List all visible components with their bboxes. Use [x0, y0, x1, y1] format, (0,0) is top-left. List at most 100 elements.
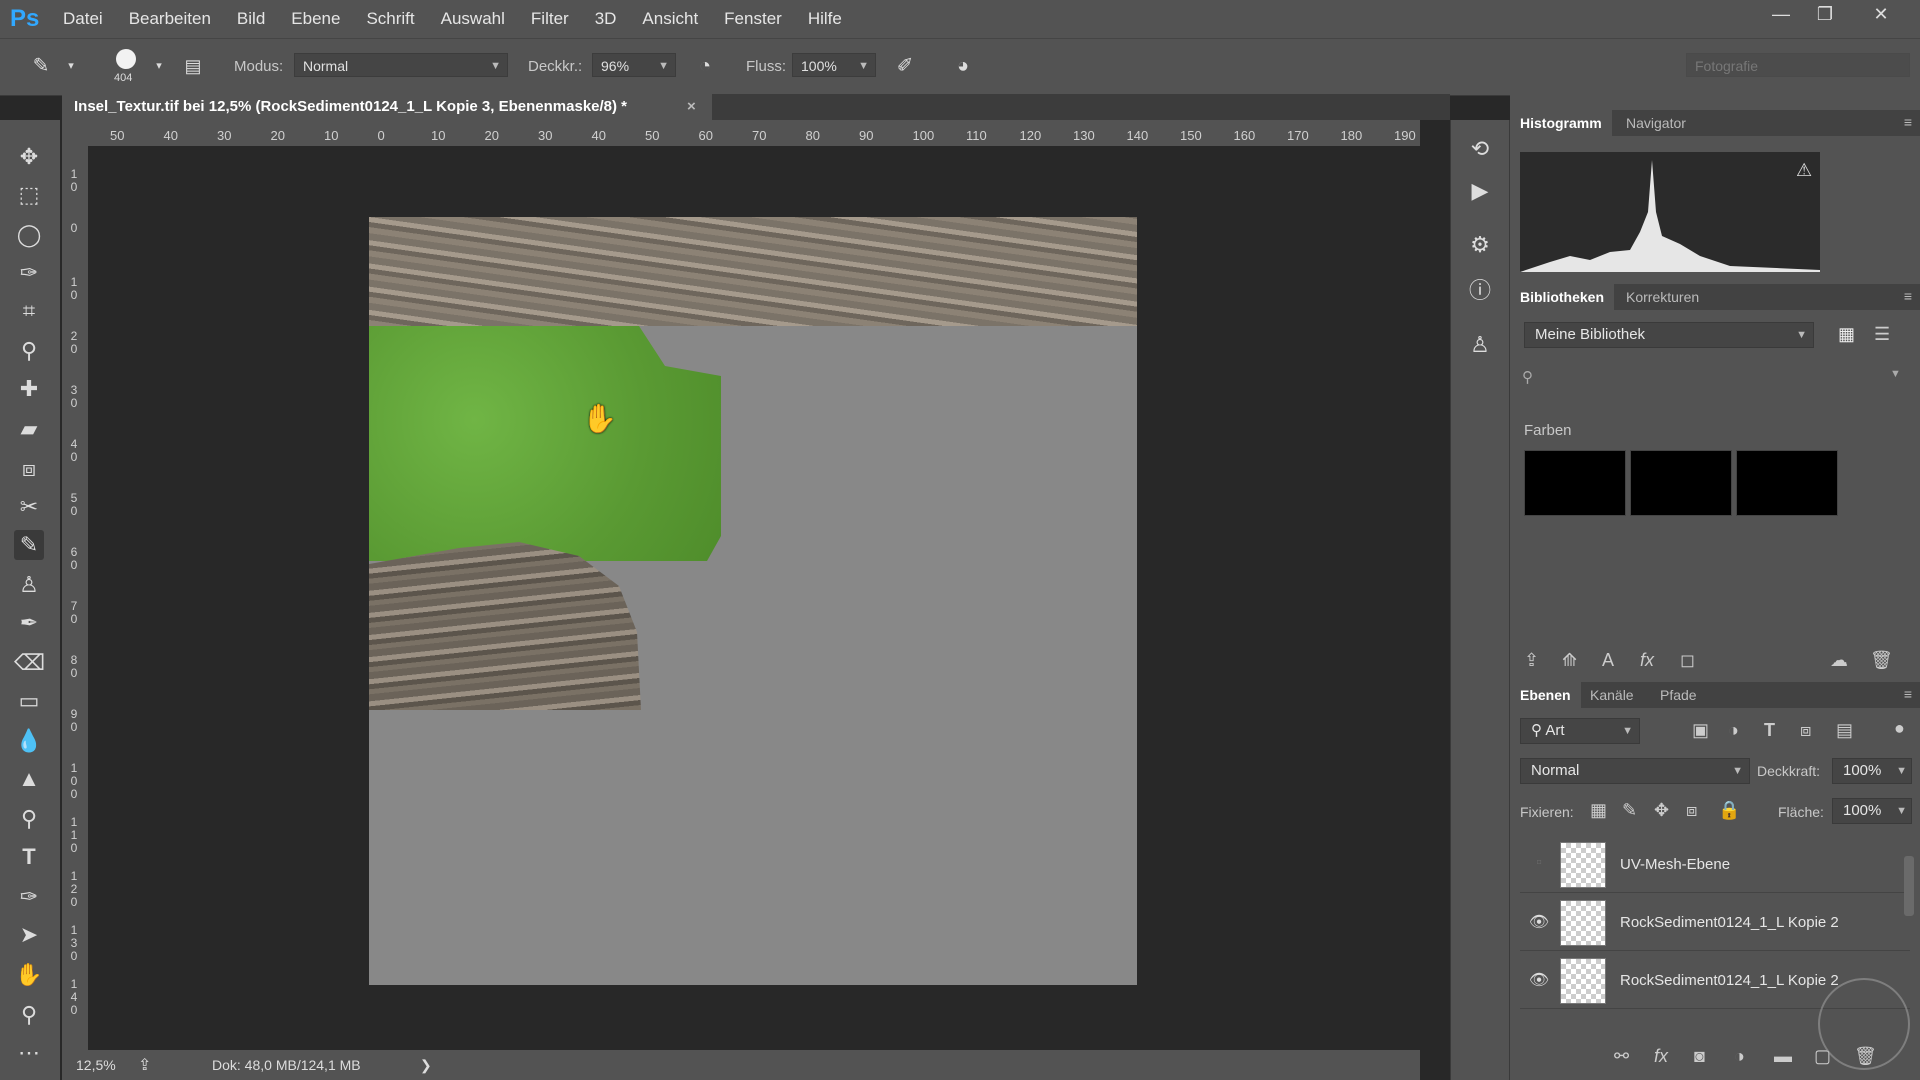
lock-position-icon[interactable]: ✥ [1654, 800, 1669, 821]
pressure-size-icon[interactable]: ◕ [950, 53, 976, 79]
eye-icon[interactable]: 👁 [1528, 970, 1550, 990]
quick-selection-tool-icon[interactable]: ✑ [14, 258, 44, 288]
menu-filter[interactable]: Filter [518, 9, 582, 29]
fill-input[interactable]: 100% ▼ [1832, 798, 1912, 824]
add-layer-style-icon[interactable]: fx [1640, 650, 1654, 671]
chevron-down-icon[interactable]: ▾ [146, 53, 172, 79]
menu-bild[interactable]: Bild [224, 9, 278, 29]
panel-menu-icon[interactable]: ≡ [1904, 288, 1912, 304]
clone-stamp-tool-icon[interactable]: ♙ [14, 570, 44, 600]
menu-ebene[interactable]: Ebene [278, 9, 353, 29]
eye-icon[interactable]: 👁 [1528, 912, 1550, 932]
lock-all-icon[interactable]: 🔒 [1718, 800, 1740, 821]
flow-input[interactable]: 100% ▼ [792, 53, 876, 77]
zoom-level[interactable]: 12,5% [76, 1057, 116, 1073]
content-aware-move-tool-icon[interactable]: ✂ [14, 492, 44, 522]
properties-panel-icon[interactable]: ⚙ [1465, 230, 1495, 260]
brush-panel-icon[interactable]: ▤ [180, 53, 206, 79]
adjustment-layer-icon[interactable]: ◑ [1734, 1046, 1745, 1067]
filter-type-icon[interactable]: T [1764, 720, 1775, 741]
panel-menu-icon[interactable]: ≡ [1904, 686, 1912, 702]
layer-opacity-input[interactable]: 100% ▼ [1832, 758, 1912, 784]
lock-artboard-icon[interactable]: ⧈ [1686, 800, 1697, 821]
layer-name[interactable]: RockSediment0124_1_L Kopie 2 [1620, 914, 1839, 931]
minimize-button[interactable]: — [1756, 0, 1806, 30]
color-swatch-1[interactable] [1524, 450, 1626, 516]
more-tools-icon[interactable]: ⋯ [14, 1038, 44, 1068]
status-menu-arrow[interactable]: ❯ [420, 1057, 432, 1074]
warning-icon[interactable]: ⚠ [1796, 160, 1812, 181]
gradient-tool-icon[interactable]: ▭ [14, 686, 44, 716]
hand-tool-icon[interactable]: ✋ [14, 960, 44, 990]
marquee-tool-icon[interactable]: ⬚ [14, 180, 44, 210]
horizontal-ruler[interactable]: 50 40 30 20 10 0 10 20 30 40 50 60 70 80 90 100 110 120 13… [88, 120, 1420, 147]
tab-layers[interactable]: Ebenen [1510, 682, 1581, 708]
brush-tool-preset-icon[interactable]: ✎ [28, 53, 54, 79]
move-tool-icon[interactable]: ✥ [14, 142, 44, 172]
menu-datei[interactable]: Datei [50, 9, 116, 29]
blend-mode-select[interactable]: Normal ▼ [1520, 758, 1750, 784]
healing-brush-tool-icon[interactable]: ✚ [14, 374, 44, 404]
search-icon[interactable]: ⚲ [1522, 368, 1533, 386]
eraser-tool-icon[interactable]: ⌫ [14, 648, 45, 678]
document-tab[interactable]: Insel_Textur.tif bei 12,5% (RockSediment… [62, 94, 712, 120]
mode-select[interactable]: Normal ▼ [294, 53, 508, 77]
clone-source-icon[interactable]: ♙ [1465, 330, 1495, 360]
crop-tool-icon[interactable]: ⌗ [14, 296, 44, 326]
history-brush-tool-icon[interactable]: ✒ [14, 608, 44, 638]
pen-tool-icon[interactable]: ✑ [14, 882, 44, 912]
lasso-tool-icon[interactable]: ◯ [14, 220, 44, 250]
chevron-down-icon[interactable]: ▼ [1890, 368, 1901, 380]
layer-row[interactable]: ▫ UV-Mesh-Ebene [1520, 836, 1910, 893]
menu-fenster[interactable]: Fenster [711, 9, 795, 29]
layers-scrollbar[interactable] [1904, 856, 1914, 916]
eyedropper-tool-icon[interactable]: ⚲ [14, 336, 44, 366]
tab-adjustments[interactable]: Korrekturen [1616, 284, 1709, 310]
delete-icon[interactable]: 🗑 [1870, 650, 1893, 671]
color-swatch-3[interactable] [1736, 450, 1838, 516]
layer-row[interactable]: 👁 RockSediment0124_1_L Kopie 2 [1520, 894, 1910, 951]
pressure-opacity-icon[interactable]: ◔ [692, 53, 718, 79]
restore-button[interactable]: ❐ [1800, 0, 1850, 30]
close-window-button[interactable]: ✕ [1856, 0, 1906, 30]
close-tab-icon[interactable]: × [687, 94, 696, 120]
opacity-input[interactable]: 96% ▼ [592, 53, 676, 77]
layer-style-icon[interactable]: fx [1654, 1046, 1668, 1067]
add-character-style-icon[interactable]: A [1602, 650, 1614, 671]
lock-pixels-icon[interactable]: ✎ [1622, 800, 1637, 821]
document-canvas[interactable] [369, 217, 1137, 985]
link-layers-icon[interactable]: ⚯ [1614, 1046, 1629, 1067]
layer-filter-select[interactable]: ⚲ Art ▼ [1520, 718, 1640, 744]
layer-name[interactable]: RockSediment0124_1_L Kopie 2 [1620, 972, 1839, 989]
tab-channels[interactable]: Kanäle [1580, 682, 1644, 708]
history-panel-icon[interactable]: ⟲ [1465, 134, 1495, 164]
zoom-tool-icon[interactable]: ⚲ [14, 1000, 44, 1030]
frame-tool-icon[interactable]: ⧈ [14, 454, 44, 484]
list-view-icon[interactable]: ☰ [1874, 324, 1890, 345]
library-select[interactable]: Meine Bibliothek ▼ [1524, 322, 1814, 348]
tab-paths[interactable]: Pfade [1650, 682, 1707, 708]
menu-hilfe[interactable]: Hilfe [795, 9, 855, 29]
type-tool-icon[interactable]: T [14, 842, 44, 872]
dodge-tool-icon[interactable]: ⚲ [14, 804, 44, 834]
color-swatch-2[interactable] [1630, 450, 1732, 516]
menu-schrift[interactable]: Schrift [353, 9, 427, 29]
lock-transparency-icon[interactable]: ▦ [1590, 800, 1607, 821]
add-color-icon[interactable]: ◻ [1680, 650, 1695, 671]
panel-menu-icon[interactable]: ≡ [1904, 114, 1912, 130]
brush-tool-icon[interactable]: ✎ [14, 530, 44, 560]
new-group-icon[interactable]: ▬ [1774, 1046, 1792, 1067]
tab-libraries[interactable]: Bibliotheken [1510, 284, 1615, 310]
workspace-select[interactable]: Fotografie [1686, 53, 1910, 77]
menu-3d[interactable]: 3D [582, 9, 630, 29]
tab-histogram[interactable]: Histogramm [1510, 110, 1612, 136]
grid-view-icon[interactable]: ▦ [1838, 324, 1855, 345]
menu-bearbeiten[interactable]: Bearbeiten [116, 9, 224, 29]
share-icon[interactable]: ⇪ [138, 1055, 151, 1075]
visibility-off-box[interactable]: ▫ [1528, 854, 1550, 872]
path-selection-tool-icon[interactable]: ➤ [14, 920, 44, 950]
layer-name[interactable]: UV-Mesh-Ebene [1620, 856, 1730, 873]
airbrush-icon[interactable]: ✐ [892, 53, 918, 79]
add-graphic-icon[interactable]: ⟰ [1562, 650, 1577, 671]
upload-icon[interactable]: ⇪ [1524, 650, 1539, 671]
